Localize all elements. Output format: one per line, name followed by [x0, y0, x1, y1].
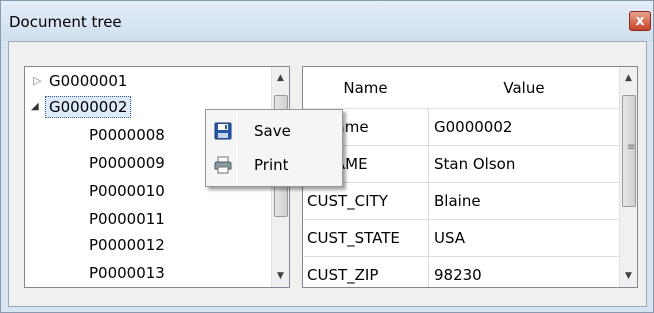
column-header-value[interactable]: Value: [429, 67, 619, 109]
tree-node-g0000001[interactable]: ▷ G0000001: [25, 69, 271, 93]
table-row[interactable]: CUST_ZIP 98230: [303, 257, 619, 287]
tree-node-label: P0000010: [89, 182, 165, 200]
tree-node-label: P0000013: [89, 264, 165, 282]
scroll-thumb[interactable]: ≡: [622, 95, 636, 207]
scroll-up-icon[interactable]: ▲: [620, 69, 637, 87]
expand-arrow-icon[interactable]: ▷: [33, 69, 41, 93]
grid-scrollbar[interactable]: ▲ ≡ ▼: [619, 67, 637, 287]
scroll-down-icon[interactable]: ▼: [620, 267, 637, 285]
tree-node-label: G0000001: [49, 72, 128, 90]
cell-name: CUST_ZIP: [307, 266, 379, 284]
tree-node-label: P0000012: [89, 236, 165, 254]
window-title: Document tree: [9, 13, 122, 31]
tree-node-label-selected: G0000002: [45, 96, 132, 118]
grid-header: Name Value: [303, 67, 619, 109]
cell-name: CUST_CITY: [307, 192, 388, 210]
floppy-disk-icon: [213, 121, 233, 141]
column-header-name[interactable]: Name: [303, 67, 428, 109]
table-row[interactable]: CUST_CITY Blaine: [303, 183, 619, 220]
collapse-arrow-icon[interactable]: ◢: [31, 95, 39, 119]
scroll-down-icon[interactable]: ▼: [272, 267, 289, 285]
property-grid[interactable]: Name Value upname G0000002 T_NAME Stan O…: [302, 66, 638, 288]
cell-value: 98230: [434, 266, 482, 284]
table-row[interactable]: upname G0000002: [303, 109, 619, 146]
cell-name: CUST_STATE: [307, 229, 400, 247]
context-menu: Save Print: [205, 109, 343, 187]
cell-value: USA: [434, 229, 466, 247]
scroll-up-icon[interactable]: ▲: [272, 69, 289, 87]
table-row[interactable]: CUST_STATE USA: [303, 220, 619, 257]
menu-item-label: Save: [254, 122, 291, 140]
menu-item-print[interactable]: Print: [208, 148, 340, 182]
menu-item-save[interactable]: Save: [208, 114, 340, 148]
tree-node-label: P0000011: [89, 210, 165, 228]
cell-value: G0000002: [434, 118, 513, 136]
cell-value: Stan Olson: [434, 155, 516, 173]
title-bar[interactable]: Document tree x: [1, 1, 653, 41]
close-icon: x: [635, 13, 645, 29]
menu-item-label: Print: [254, 156, 289, 174]
tree-node-label: P0000009: [89, 154, 165, 172]
cell-value: Blaine: [434, 192, 481, 210]
table-row[interactable]: T_NAME Stan Olson: [303, 146, 619, 183]
close-button[interactable]: x: [629, 11, 651, 31]
printer-icon: [213, 155, 233, 175]
tree-node-label: P0000008: [89, 126, 165, 144]
grip-icon: ≡: [627, 142, 636, 153]
